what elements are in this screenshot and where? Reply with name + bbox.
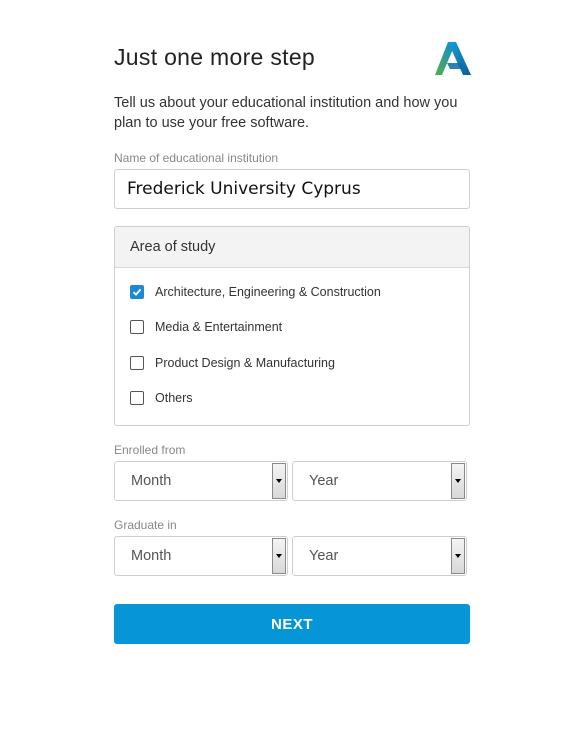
dropdown-arrow-icon[interactable] bbox=[272, 463, 286, 499]
checkbox-icon[interactable] bbox=[130, 391, 144, 405]
graduate-year-value: Year bbox=[309, 548, 339, 564]
study-option-others[interactable]: Others bbox=[130, 391, 193, 405]
enrolled-year-value: Year bbox=[309, 473, 339, 489]
study-option-media[interactable]: Media & Entertainment bbox=[130, 320, 282, 334]
institution-input[interactable]: Frederick University Cyprus bbox=[114, 169, 470, 209]
graduate-label: Graduate in bbox=[114, 518, 177, 532]
intro-text: Tell us about your educational instituti… bbox=[114, 95, 458, 131]
area-of-study-heading: Area of study bbox=[115, 227, 469, 268]
dropdown-arrow-icon[interactable] bbox=[451, 463, 465, 499]
enrolled-month-value: Month bbox=[131, 473, 172, 489]
graduate-year-select[interactable]: Year bbox=[292, 536, 467, 576]
checkbox-checked-icon[interactable] bbox=[130, 285, 144, 299]
checkbox-icon[interactable] bbox=[130, 356, 144, 370]
page-title: Just one more step bbox=[114, 44, 316, 70]
enrolled-label: Enrolled from bbox=[114, 443, 186, 457]
enrolled-year-select[interactable]: Year bbox=[292, 461, 467, 501]
dropdown-arrow-icon[interactable] bbox=[451, 538, 465, 574]
study-option-label: Product Design & Manufacturing bbox=[155, 356, 335, 370]
enrolled-month-select[interactable]: Month bbox=[114, 461, 288, 501]
graduate-month-select[interactable]: Month bbox=[114, 536, 288, 576]
area-of-study-panel: Area of study Architecture, Engineering … bbox=[114, 226, 470, 426]
institution-label: Name of educational institution bbox=[114, 151, 279, 165]
graduate-month-value: Month bbox=[131, 548, 172, 564]
study-option-label: Media & Entertainment bbox=[155, 320, 283, 334]
dropdown-arrow-icon[interactable] bbox=[272, 538, 286, 574]
study-option-aec[interactable]: Architecture, Engineering & Construction bbox=[130, 285, 381, 299]
study-option-label: Others bbox=[155, 391, 193, 405]
study-option-label: Architecture, Engineering & Construction bbox=[155, 285, 381, 299]
checkbox-icon[interactable] bbox=[130, 320, 144, 334]
next-button[interactable]: NEXT bbox=[114, 604, 470, 644]
institution-value: Frederick University Cyprus bbox=[127, 179, 361, 199]
study-option-product-design[interactable]: Product Design & Manufacturing bbox=[130, 356, 335, 370]
autodesk-logo-icon bbox=[435, 42, 471, 75]
